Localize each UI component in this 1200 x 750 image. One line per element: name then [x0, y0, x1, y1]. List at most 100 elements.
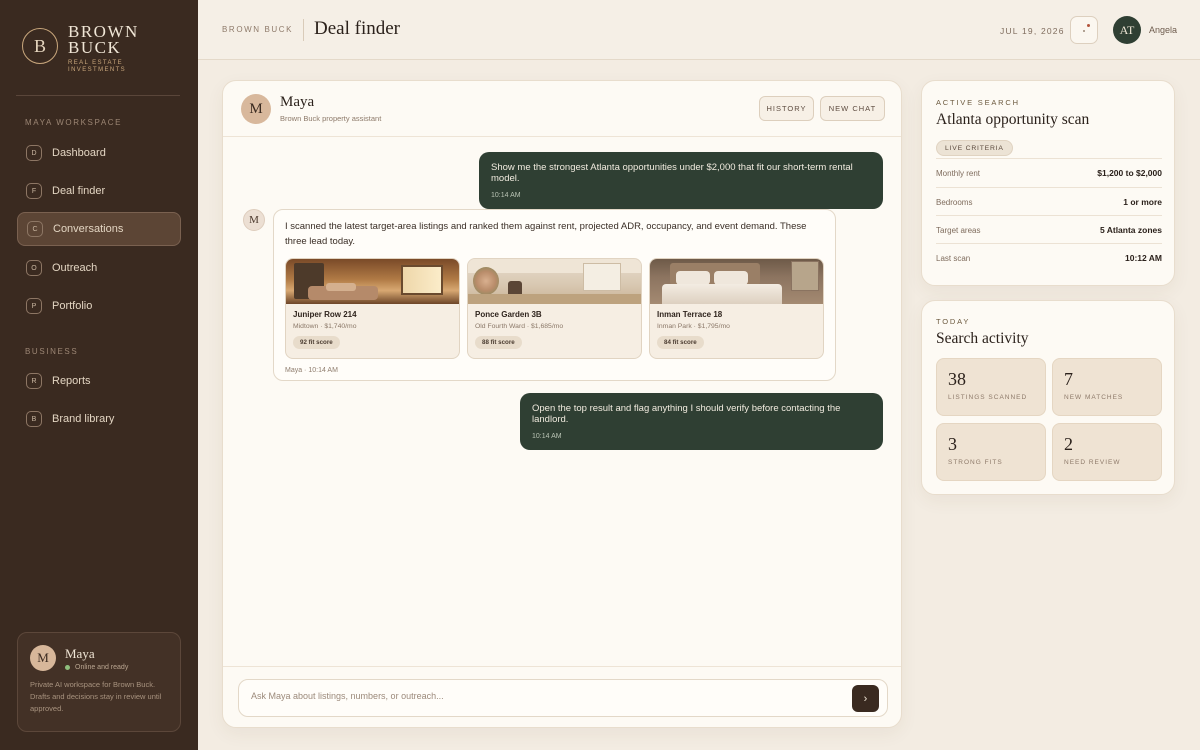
notifications-button[interactable]	[1070, 16, 1098, 44]
page-title: Deal finder	[314, 18, 400, 39]
stat-new-matches: 7 NEW MATCHES	[1052, 358, 1162, 416]
message-text: Show me the strongest Atlanta opportunit…	[491, 162, 853, 184]
sidebar-item-deal-finder[interactable]: F Deal finder	[17, 174, 181, 208]
stat-value: 3	[948, 434, 957, 454]
brand-name-line2: BUCK	[68, 38, 122, 57]
avatar: M	[30, 645, 56, 671]
listing-card[interactable]: Inman Terrace 18 Inman Park · $1,795/mo …	[649, 258, 824, 359]
message-time: Maya · 10:14 AM	[285, 367, 338, 374]
criteria-row: Last scan 10:12 AM	[936, 243, 1162, 272]
criteria-value: 10:12 AM	[1124, 253, 1162, 263]
message-time: 10:14 AM	[532, 433, 562, 440]
sidebar-item-label: Brand library	[52, 413, 115, 425]
reports-icon: R	[26, 373, 42, 389]
avatar: M	[241, 94, 271, 124]
fit-score-badge: 84 fit score	[657, 336, 704, 349]
assistant-subtitle: Brown Buck property assistant	[280, 114, 382, 123]
assistant-status-card[interactable]: M Maya Online and ready Private AI works…	[17, 632, 181, 732]
listing-cards: Juniper Row 214 Midtown · $1,740/mo 92 f…	[285, 258, 824, 359]
message-time: 10:14 AM	[491, 192, 521, 199]
listing-meta: Midtown · $1,740/mo	[293, 323, 357, 330]
unread-indicator-icon	[1087, 24, 1090, 27]
stat-label: NEED REVIEW	[1064, 459, 1121, 466]
section-label-business: BUSINESS	[25, 347, 79, 356]
criteria-key: Monthly rent	[936, 168, 981, 178]
user-message: Open the top result and flag anything I …	[520, 393, 883, 450]
stat-need-review: 2 NEED REVIEW	[1052, 423, 1162, 481]
sidebar-item-portfolio[interactable]: P Portfolio	[17, 289, 181, 323]
criteria-value: 1 or more	[1123, 197, 1162, 207]
section-label-workspace: MAYA WORKSPACE	[25, 118, 123, 127]
active-search-panel: ACTIVE SEARCH Atlanta opportunity scan L…	[921, 80, 1175, 286]
criteria-key: Last scan	[936, 253, 971, 263]
deal-finder-icon: F	[26, 183, 42, 199]
sidebar-item-conversations[interactable]: C Conversations	[17, 212, 181, 246]
panel-title: Atlanta opportunity scan	[936, 111, 1090, 128]
panel-title: Search activity	[936, 330, 1029, 347]
send-icon: ›	[863, 692, 868, 705]
composer-divider	[223, 666, 901, 667]
panel-eyebrow: TODAY	[936, 317, 971, 326]
criteria-row: Bedrooms 1 or more	[936, 187, 1162, 216]
assistant-avatar: M	[243, 209, 265, 231]
dashboard-icon: D	[26, 145, 42, 161]
header-brand: BROWN BUCK	[222, 25, 294, 34]
stat-label: STRONG FITS	[948, 459, 1003, 466]
stat-label: LISTINGS SCANNED	[948, 394, 1028, 401]
criteria-key: Target areas	[936, 225, 981, 235]
online-indicator-icon	[65, 664, 70, 670]
message-composer: ›	[238, 679, 888, 717]
sidebar-item-label: Conversations	[53, 223, 124, 235]
message-input[interactable]	[251, 691, 831, 701]
sidebar-item-label: Outreach	[52, 262, 98, 274]
top-bar: BROWN BUCK Deal finder JUL 19, 2026 AT A…	[198, 0, 1200, 60]
assistant-description: Private AI workspace for Brown Buck. Dra…	[30, 680, 162, 713]
criteria-value: $1,200 to $2,000	[1097, 168, 1162, 178]
send-button[interactable]: ›	[852, 685, 879, 712]
history-button[interactable]: HISTORY	[759, 96, 814, 121]
stat-listings-scanned: 38 LISTINGS SCANNED	[936, 358, 1046, 416]
logo-letter: B	[33, 35, 46, 56]
header-divider	[303, 19, 304, 41]
bell-icon	[1083, 30, 1085, 32]
sidebar-item-reports[interactable]: R Reports	[17, 364, 181, 398]
message-text: I scanned the latest target-area listing…	[285, 221, 807, 247]
criteria-row: Monthly rent $1,200 to $2,000	[936, 158, 1162, 187]
new-chat-button[interactable]: NEW CHAT	[820, 96, 885, 121]
outreach-icon: O	[26, 260, 42, 276]
search-activity-panel: TODAY Search activity 38 LISTINGS SCANNE…	[921, 300, 1175, 495]
assistant-status: Online and ready	[65, 664, 128, 671]
criteria-row: Target areas 5 Atlanta zones	[936, 215, 1162, 244]
stat-value: 38	[948, 369, 966, 389]
listing-title: Ponce Garden 3B	[475, 310, 542, 319]
live-criteria-chip: LIVE CRITERIA	[936, 140, 1013, 156]
brand-sub-line1: REAL ESTATE	[68, 60, 123, 66]
listing-card[interactable]: Ponce Garden 3B Old Fourth Ward · $1,685…	[467, 258, 642, 359]
chat-header: M Maya Brown Buck property assistant HIS…	[223, 81, 901, 137]
user-avatar[interactable]: AT	[1113, 16, 1141, 44]
assistant-message: I scanned the latest target-area listing…	[273, 209, 836, 381]
stat-strong-fits: 3 STRONG FITS	[936, 423, 1046, 481]
sidebar-item-outreach[interactable]: O Outreach	[17, 251, 181, 285]
listing-photo	[650, 259, 823, 304]
assistant-name: Maya	[65, 645, 95, 661]
sidebar-item-brand-library[interactable]: B Brand library	[17, 402, 181, 436]
sidebar-item-label: Dashboard	[52, 147, 106, 159]
chat-panel: M Maya Brown Buck property assistant HIS…	[222, 80, 902, 728]
sidebar-item-label: Portfolio	[52, 300, 93, 312]
conversations-icon: C	[27, 221, 43, 237]
listing-photo	[286, 259, 459, 304]
portfolio-icon: P	[26, 298, 42, 314]
listing-card[interactable]: Juniper Row 214 Midtown · $1,740/mo 92 f…	[285, 258, 460, 359]
status-text: Online and ready	[75, 663, 129, 671]
assistant-name: Maya	[280, 94, 315, 110]
stat-value: 2	[1064, 434, 1073, 454]
listing-photo	[468, 259, 641, 304]
user-name[interactable]: Angela	[1149, 25, 1177, 35]
user-message: Show me the strongest Atlanta opportunit…	[479, 152, 883, 209]
fit-score-badge: 88 fit score	[475, 336, 522, 349]
brand-logo[interactable]: B BROWN BUCK REAL ESTATE INVESTMENTS	[22, 23, 139, 74]
sidebar-item-label: Deal finder	[52, 185, 106, 197]
logo-mark: B	[22, 28, 58, 64]
sidebar-item-dashboard[interactable]: D Dashboard	[17, 136, 181, 170]
